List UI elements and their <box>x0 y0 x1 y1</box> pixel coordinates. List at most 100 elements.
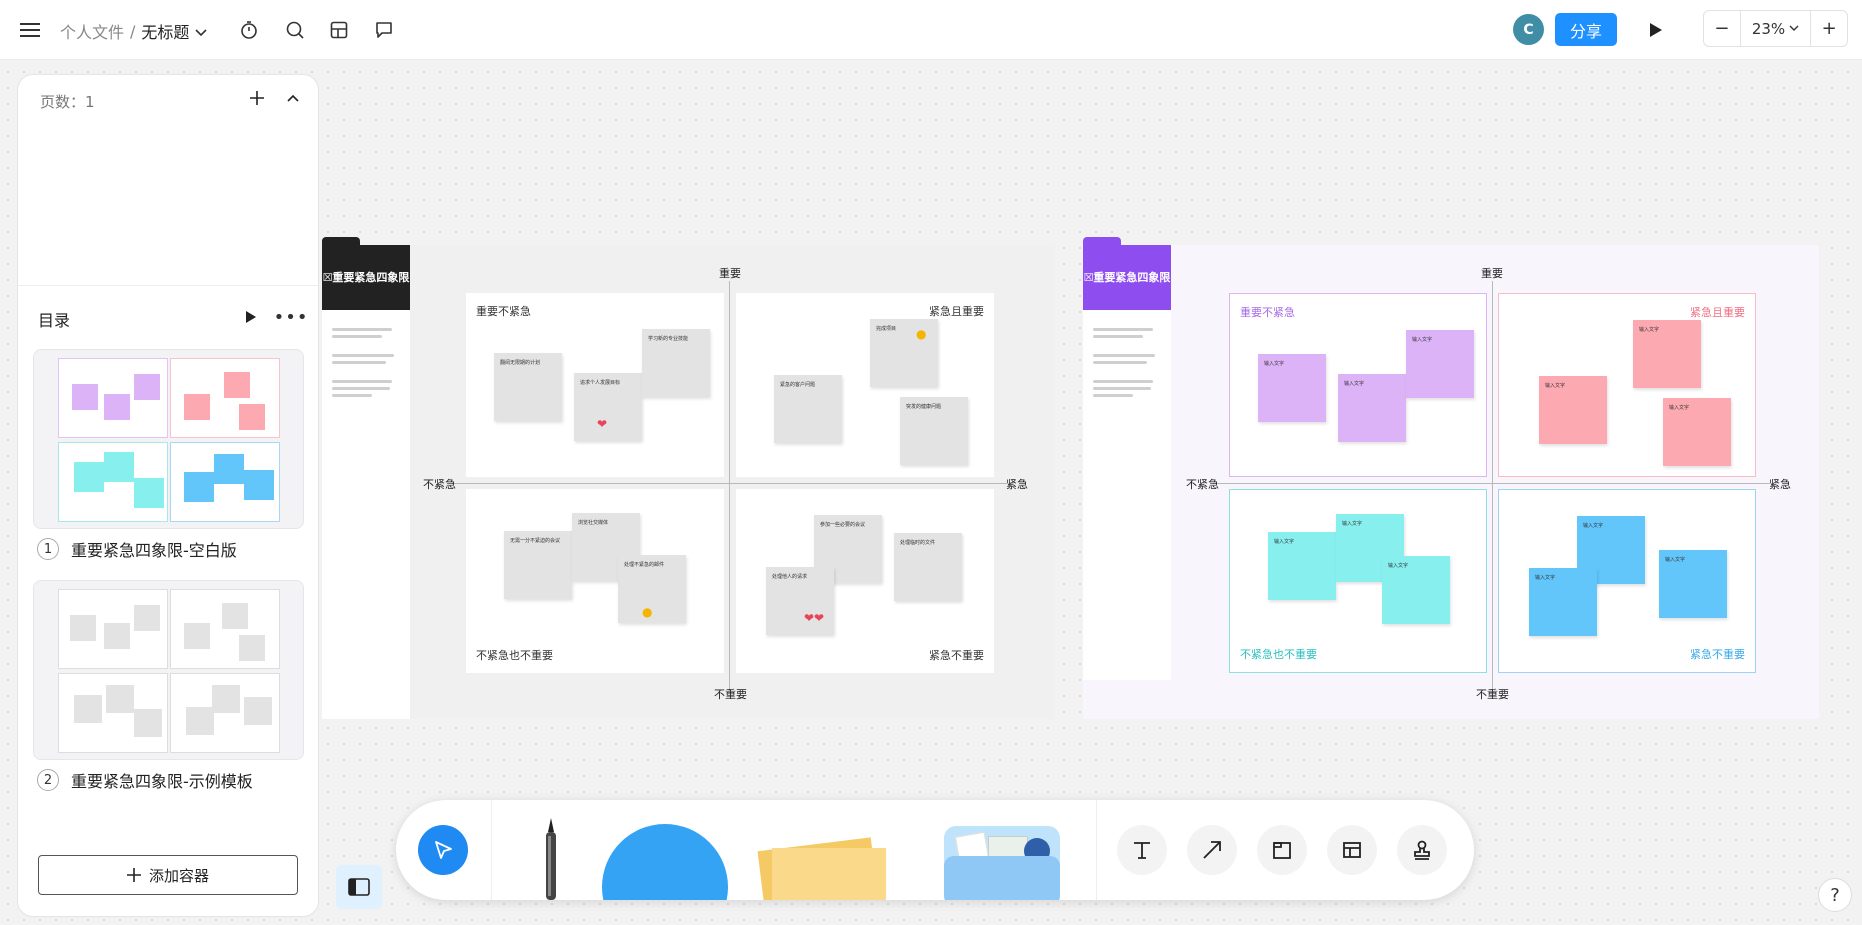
zoom-level-dropdown[interactable]: 23% <box>1741 11 1811 46</box>
thumb-note <box>104 452 134 482</box>
sticky-note[interactable]: 完成项目 <box>870 319 938 387</box>
quadrant-urgent-not-important: 紧急不重要 参加一些必要的会议 处理他人的请求 处理临时的文件 ❤❤ <box>736 489 994 673</box>
select-tool-button[interactable] <box>418 825 468 875</box>
quadrant-frame-blank[interactable]: ☒重要紧急四象限 重要 不重要 不紧急 紧急 重要不紧急 输入文字 输入文字 输… <box>1083 237 1819 719</box>
page-number-badge: 2 <box>37 769 59 791</box>
add-container-button[interactable]: 添加容器 <box>38 855 298 895</box>
quadrant-frame-example[interactable]: ☒重要紧急四象限 重要 不重要 不紧急 紧急 重要不紧急 翻阅无限期的计划 追求… <box>322 237 1055 719</box>
axis-label-left: 不紧急 <box>1186 478 1219 491</box>
document-title[interactable]: 无标题 <box>141 19 189 43</box>
page-count: 页数：1 <box>40 93 95 111</box>
thumb-note <box>134 478 164 508</box>
thumb-note <box>244 697 272 725</box>
quadrant-not-urgent-not-important: 不紧急也不重要 输入文字 输入文字 输入文字 <box>1229 489 1487 673</box>
page-number-badge: 1 <box>37 538 59 560</box>
thumb-note <box>244 470 274 500</box>
sticky-note[interactable]: 输入文字 <box>1659 550 1727 618</box>
frame-icon <box>1273 842 1291 859</box>
toc-play-icon[interactable] <box>240 306 262 328</box>
add-container-label: 添加容器 <box>148 866 209 885</box>
axis-label-bottom: 不重要 <box>714 688 747 701</box>
thumb-note <box>72 384 98 410</box>
zoom-in-button[interactable]: + <box>1811 11 1847 46</box>
sticky-note[interactable]: 翻阅无限期的计划 <box>494 353 562 421</box>
shape-tool[interactable] <box>602 824 728 900</box>
sidebar-toggle-button[interactable] <box>336 865 382 909</box>
sticky-note[interactable]: 输入文字 <box>1382 556 1450 624</box>
text-icon <box>1134 842 1150 859</box>
present-play-icon[interactable] <box>1644 18 1668 42</box>
toc-title: 目录 <box>38 311 71 330</box>
zoom-level-value: 23% <box>1751 19 1786 38</box>
pen-tool[interactable] <box>541 818 561 900</box>
avatar[interactable]: C <box>1513 14 1544 45</box>
template-icon[interactable] <box>327 18 351 42</box>
search-icon[interactable] <box>283 18 307 42</box>
zoom-out-button[interactable]: − <box>1704 11 1740 46</box>
sticky-note[interactable]: 处理临时的文件 <box>894 533 962 601</box>
breadcrumb-root[interactable]: 个人文件 <box>60 19 124 43</box>
more-options-icon[interactable]: ••• <box>274 306 308 328</box>
thumb-note <box>134 605 160 631</box>
plus-icon <box>250 91 264 105</box>
page-title: 重要紧急四象限-示例模板 <box>71 772 253 791</box>
table-tool-button[interactable] <box>1327 825 1377 875</box>
quadrant-urgent-important: 紧急且重要 输入文字 输入文字 输入文字 <box>1498 293 1756 477</box>
add-page-button[interactable] <box>246 87 268 109</box>
share-button[interactable]: 分享 <box>1555 13 1617 46</box>
connector-tool-button[interactable] <box>1187 825 1237 875</box>
thumb-note <box>184 394 210 420</box>
thumb-note <box>104 623 130 649</box>
frame-description <box>1083 310 1171 680</box>
frame-tab-title: ☒重要紧急四象限 <box>1083 237 1171 310</box>
heart-icon: ❤❤ <box>804 611 825 625</box>
quadrant-urgent-important: 紧急且重要 紧急的客户问题 完成项目 突发的健康问题 ● <box>736 293 994 477</box>
sticky-note[interactable]: 输入文字 <box>1529 568 1597 636</box>
sticky-note[interactable]: 输入文字 <box>1663 398 1731 466</box>
media-library-tool[interactable] <box>944 826 1060 900</box>
page-thumbnail-2[interactable] <box>33 580 304 760</box>
sticky-note[interactable]: 输入文字 <box>1268 532 1336 600</box>
horizontal-axis <box>1213 483 1773 484</box>
page-item-2[interactable]: 2 重要紧急四象限-示例模板 <box>37 768 253 792</box>
stamp-tool-button[interactable] <box>1397 825 1447 875</box>
sticky-note-tool[interactable] <box>756 826 886 900</box>
sticky-note[interactable]: 输入文字 <box>1338 374 1406 442</box>
sticky-note[interactable]: 学习新的专业技能 <box>642 329 710 397</box>
text-tool-button[interactable] <box>1117 825 1167 875</box>
sticky-note[interactable]: 输入文字 <box>1258 354 1326 422</box>
page-title: 重要紧急四象限-空白版 <box>71 541 237 560</box>
chevron-down-icon <box>1789 25 1799 31</box>
thumbs-up-icon: ● <box>916 327 927 341</box>
quadrant-label: 紧急不重要 <box>1690 648 1745 661</box>
thumb-note <box>74 462 104 492</box>
heart-icon: ❤ <box>597 417 608 431</box>
sticky-note[interactable]: 输入文字 <box>1539 376 1607 444</box>
quadrant-label: 重要不紧急 <box>1240 306 1295 319</box>
quadrant-label: 紧急不重要 <box>929 649 984 662</box>
chevron-down-icon[interactable] <box>195 22 207 41</box>
page-item-1[interactable]: 1 重要紧急四象限-空白版 <box>37 537 237 561</box>
sticky-note[interactable]: 输入文字 <box>1633 320 1701 388</box>
comment-icon[interactable] <box>372 18 396 42</box>
arrow-icon <box>1203 841 1221 859</box>
collapse-button[interactable] <box>282 87 304 109</box>
cursor-icon <box>435 841 452 859</box>
sticky-note[interactable]: 追求个人发展目标 <box>574 373 642 441</box>
menu-icon[interactable] <box>18 18 42 42</box>
thumb-note <box>239 635 265 661</box>
timer-icon[interactable] <box>237 18 261 42</box>
axis-label-right: 紧急 <box>1006 478 1028 491</box>
help-button[interactable]: ? <box>1818 878 1852 912</box>
sticky-note[interactable]: 紧急的客户问题 <box>774 375 842 443</box>
frame-tool-button[interactable] <box>1257 825 1307 875</box>
pages-panel: 页数：1 目录 ••• 1 重要紧急四象限-空白版 2 重要紧急四象限-示例模板… <box>17 74 319 917</box>
sticky-note[interactable]: 突发的健康问题 <box>900 397 968 465</box>
page-thumbnail-1[interactable] <box>33 349 304 529</box>
thumb-note <box>184 623 210 649</box>
sticky-note[interactable]: 输入文字 <box>1406 330 1474 398</box>
thumb-note <box>106 685 134 713</box>
quadrant-label: 不紧急也不重要 <box>476 649 553 662</box>
quadrant-not-urgent-not-important: 不紧急也不重要 无需一分不紧迫的会议 浏览社交媒体 处理不紧急的邮件 ● <box>466 489 724 673</box>
sticky-note[interactable]: 无需一分不紧迫的会议 <box>504 531 572 599</box>
